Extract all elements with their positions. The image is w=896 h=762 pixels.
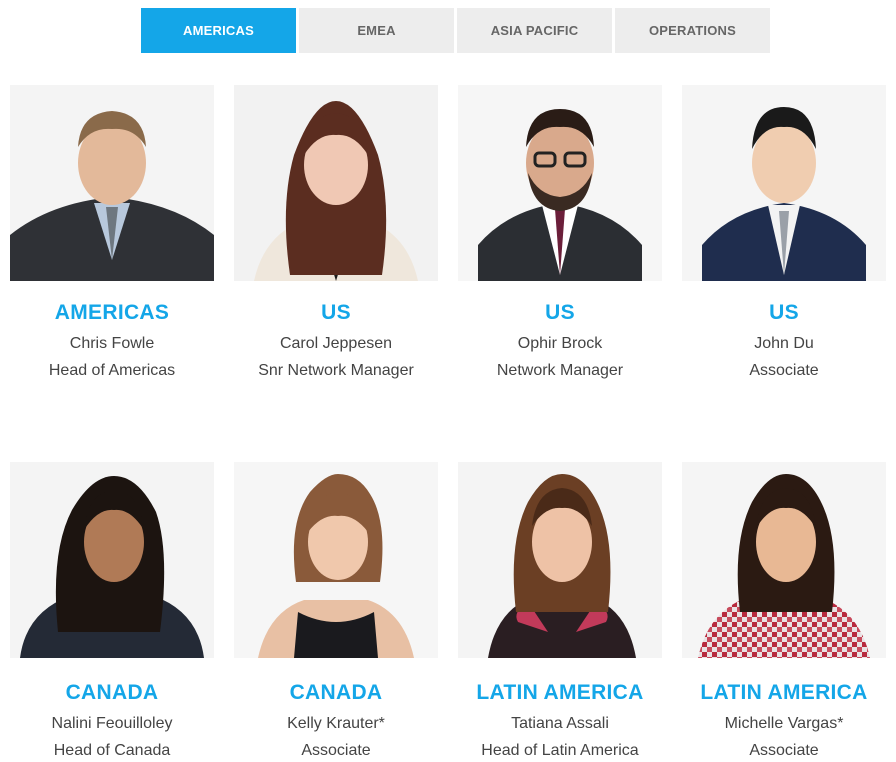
member-name: Carol Jeppesen	[279, 335, 393, 352]
member-name: John Du	[754, 335, 814, 352]
member-role: Head of Canada	[53, 742, 171, 759]
team-card[interactable]: US Ophir Brock Network Manager	[448, 0, 672, 400]
team-card[interactable]: LATIN AMERICA Tatiana Assali Head of Lat…	[448, 400, 672, 762]
region-heading: CANADA	[65, 681, 159, 704]
region-heading: US	[321, 301, 351, 324]
profile-photo	[682, 85, 886, 281]
team-card[interactable]: US John Du Associate	[672, 0, 896, 400]
team-card[interactable]: AMERICAS Chris Fowle Head of Americas	[0, 0, 224, 400]
region-heading: CANADA	[289, 681, 383, 704]
team-card[interactable]: CANADA Nalini Feouilloley Head of Canada	[0, 400, 224, 762]
member-name: Tatiana Assali	[511, 715, 609, 732]
profile-photo	[458, 462, 662, 658]
team-card[interactable]: US Carol Jeppesen Snr Network Manager	[224, 0, 448, 400]
member-name: Ophir Brock	[517, 335, 603, 352]
member-name: Chris Fowle	[69, 335, 155, 352]
member-name: Michelle Vargas*	[724, 715, 844, 732]
member-role: Associate	[749, 742, 819, 759]
profile-photo	[458, 85, 662, 281]
member-name: Kelly Krauter*	[287, 715, 385, 732]
team-grid: AMERICAS Chris Fowle Head of Americas US…	[0, 0, 896, 762]
profile-photo	[234, 462, 438, 658]
member-role: Associate	[749, 362, 819, 379]
member-name: Nalini Feouilloley	[51, 715, 173, 732]
member-role: Network Manager	[496, 362, 624, 379]
profile-photo	[234, 85, 438, 281]
profile-photo	[682, 462, 886, 658]
team-card[interactable]: LATIN AMERICA Michelle Vargas* Associate	[672, 400, 896, 762]
region-heading: US	[769, 301, 799, 324]
region-heading: US	[545, 301, 575, 324]
profile-photo	[10, 462, 214, 658]
team-card[interactable]: CANADA Kelly Krauter* Associate	[224, 400, 448, 762]
member-role: Associate	[301, 742, 371, 759]
profile-photo	[10, 85, 214, 281]
member-role: Snr Network Manager	[258, 362, 414, 379]
region-heading: AMERICAS	[54, 301, 170, 324]
member-role: Head of Americas	[48, 362, 176, 379]
member-role: Head of Latin America	[481, 742, 639, 759]
region-heading: LATIN AMERICA	[476, 681, 644, 704]
region-heading: LATIN AMERICA	[700, 681, 868, 704]
